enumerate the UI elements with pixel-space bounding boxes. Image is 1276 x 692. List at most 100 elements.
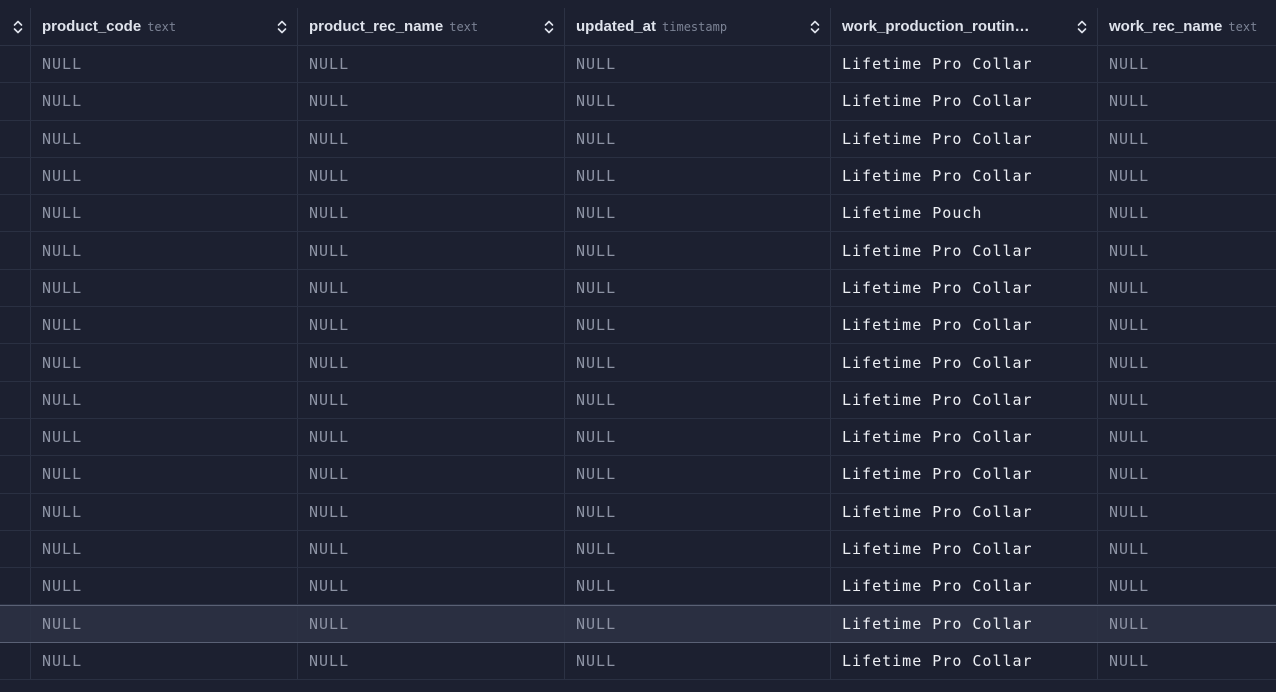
cell-updated-at[interactable]: NULL xyxy=(565,606,831,642)
cell-work-rec-name[interactable]: NULL xyxy=(1098,531,1276,567)
cell-product-rec-name[interactable]: NULL xyxy=(298,269,565,307)
cell-product-code[interactable]: NULL xyxy=(31,269,298,307)
row-selector[interactable] xyxy=(0,120,31,157)
cell-updated-at[interactable]: NULL xyxy=(565,456,831,493)
row-selector[interactable] xyxy=(0,606,31,642)
table-row[interactable]: NULL NULL NULL Lifetime Pro Collar NULL xyxy=(0,344,1276,382)
cell-product-rec-name[interactable]: NULL xyxy=(298,530,565,568)
table-row[interactable]: NULL NULL NULL Lifetime Pro Collar NULL xyxy=(0,493,1276,531)
cell-product-rec-name[interactable]: NULL xyxy=(298,344,565,381)
cell-product-rec-name[interactable]: NULL xyxy=(298,456,565,493)
cell-work-production-routing[interactable]: Lifetime Pro Collar xyxy=(831,120,1098,157)
sort-icon[interactable] xyxy=(277,19,287,35)
cell-product-rec-name[interactable]: NULL xyxy=(298,232,565,269)
cell-work-production-routing[interactable]: Lifetime Pro Collar xyxy=(831,568,1098,605)
cell-work-rec-name[interactable]: NULL xyxy=(1098,83,1276,119)
cell-product-rec-name[interactable]: NULL xyxy=(298,46,565,83)
table-row[interactable]: NULL NULL NULL Lifetime Pro Collar NULL xyxy=(0,642,1276,681)
cell-work-production-routing[interactable]: Lifetime Pro Collar xyxy=(831,269,1098,307)
cell-product-code[interactable]: NULL xyxy=(31,83,298,120)
cell-product-code[interactable]: NULL xyxy=(31,195,298,232)
cell-work-rec-name[interactable]: NULL xyxy=(1098,232,1276,268)
cell-work-production-routing[interactable]: Lifetime Pro Collar xyxy=(831,157,1098,195)
row-selector[interactable] xyxy=(0,568,31,605)
table-row[interactable]: NULL NULL NULL Lifetime Pro Collar NULL xyxy=(0,120,1276,158)
row-selector[interactable] xyxy=(0,269,31,307)
cell-work-production-routing[interactable]: Lifetime Pro Collar xyxy=(831,307,1098,344)
cell-work-production-routing[interactable]: Lifetime Pro Collar xyxy=(831,642,1098,680)
row-selector[interactable] xyxy=(0,307,31,344)
table-row[interactable]: NULL NULL NULL Lifetime Pro Collar NULL xyxy=(0,456,1276,494)
sort-icon[interactable] xyxy=(810,19,820,35)
row-selector[interactable] xyxy=(0,157,31,195)
cell-product-code[interactable]: NULL xyxy=(31,120,298,157)
table-row[interactable]: NULL NULL NULL Lifetime Pro Collar NULL xyxy=(0,269,1276,308)
cell-product-rec-name[interactable]: NULL xyxy=(298,642,565,680)
cell-product-code[interactable]: NULL xyxy=(31,344,298,381)
cell-updated-at[interactable]: NULL xyxy=(565,157,831,195)
cell-product-rec-name[interactable]: NULL xyxy=(298,157,565,195)
cell-work-production-routing[interactable]: Lifetime Pro Collar xyxy=(831,46,1098,83)
cell-work-production-routing[interactable]: Lifetime Pro Collar xyxy=(831,232,1098,269)
cell-updated-at[interactable]: NULL xyxy=(565,120,831,157)
cell-product-code[interactable]: NULL xyxy=(31,232,298,269)
cell-work-production-routing[interactable]: Lifetime Pro Collar xyxy=(831,606,1098,642)
row-selector[interactable] xyxy=(0,232,31,269)
column-header-product-rec-name[interactable]: product_rec_name text xyxy=(298,8,565,45)
cell-updated-at[interactable]: NULL xyxy=(565,195,831,232)
cell-updated-at[interactable]: NULL xyxy=(565,232,831,269)
table-row[interactable]: NULL NULL NULL Lifetime Pro Collar NULL xyxy=(0,83,1276,121)
cell-work-production-routing[interactable]: Lifetime Pro Collar xyxy=(831,83,1098,120)
column-header-row-selector[interactable] xyxy=(0,8,31,45)
cell-product-rec-name[interactable]: NULL xyxy=(298,195,565,232)
cell-work-rec-name[interactable]: NULL xyxy=(1098,568,1276,604)
cell-product-code[interactable]: NULL xyxy=(31,642,298,680)
cell-work-production-routing[interactable]: Lifetime Pro Collar xyxy=(831,381,1098,418)
cell-product-code[interactable]: NULL xyxy=(31,381,298,418)
cell-work-rec-name[interactable]: NULL xyxy=(1098,307,1276,343)
cell-updated-at[interactable]: NULL xyxy=(565,269,831,307)
cell-work-rec-name[interactable]: NULL xyxy=(1098,643,1276,679)
cell-work-production-routing[interactable]: Lifetime Pro Collar xyxy=(831,530,1098,568)
sort-icon[interactable] xyxy=(1077,19,1087,35)
cell-updated-at[interactable]: NULL xyxy=(565,642,831,680)
column-header-work-rec-name[interactable]: work_rec_name text xyxy=(1098,8,1276,45)
cell-work-rec-name[interactable]: NULL xyxy=(1098,46,1276,82)
cell-product-rec-name[interactable]: NULL xyxy=(298,493,565,530)
row-selector[interactable] xyxy=(0,530,31,568)
table-row[interactable]: NULL NULL NULL Lifetime Pro Collar NULL xyxy=(0,46,1276,84)
cell-product-code[interactable]: NULL xyxy=(31,418,298,456)
row-selector[interactable] xyxy=(0,642,31,680)
cell-product-rec-name[interactable]: NULL xyxy=(298,418,565,456)
cell-product-code[interactable]: NULL xyxy=(31,606,298,642)
cell-product-code[interactable]: NULL xyxy=(31,307,298,344)
cell-product-rec-name[interactable]: NULL xyxy=(298,120,565,157)
cell-work-rec-name[interactable]: NULL xyxy=(1098,344,1276,380)
cell-work-production-routing[interactable]: Lifetime Pro Collar xyxy=(831,418,1098,456)
cell-product-rec-name[interactable]: NULL xyxy=(298,568,565,605)
row-selector[interactable] xyxy=(0,195,31,232)
row-selector[interactable] xyxy=(0,344,31,381)
row-selector[interactable] xyxy=(0,381,31,418)
cell-product-rec-name[interactable]: NULL xyxy=(298,307,565,344)
row-selector[interactable] xyxy=(0,46,31,83)
table-row[interactable]: NULL NULL NULL Lifetime Pro Collar NULL xyxy=(0,157,1276,196)
cell-updated-at[interactable]: NULL xyxy=(565,46,831,83)
column-header-work-production-routing[interactable]: work_production_routin… xyxy=(831,8,1098,45)
table-row[interactable]: NULL NULL NULL Lifetime Pro Collar NULL xyxy=(0,381,1276,419)
row-selector[interactable] xyxy=(0,418,31,456)
cell-updated-at[interactable]: NULL xyxy=(565,418,831,456)
cell-product-code[interactable]: NULL xyxy=(31,157,298,195)
table-row[interactable]: NULL NULL NULL Lifetime Pro Collar NULL xyxy=(0,568,1276,606)
cell-work-rec-name[interactable]: NULL xyxy=(1098,270,1276,306)
cell-work-rec-name[interactable]: NULL xyxy=(1098,606,1276,641)
cell-product-rec-name[interactable]: NULL xyxy=(298,606,565,642)
cell-work-rec-name[interactable]: NULL xyxy=(1098,419,1276,455)
cell-product-code[interactable]: NULL xyxy=(31,46,298,83)
cell-work-rec-name[interactable]: NULL xyxy=(1098,382,1276,418)
cell-product-code[interactable]: NULL xyxy=(31,456,298,493)
table-row[interactable]: NULL NULL NULL Lifetime Pro Collar NULL xyxy=(0,307,1276,345)
cell-updated-at[interactable]: NULL xyxy=(565,568,831,605)
table-row[interactable]: NULL NULL NULL Lifetime Pouch NULL xyxy=(0,195,1276,233)
row-selector[interactable] xyxy=(0,456,31,493)
